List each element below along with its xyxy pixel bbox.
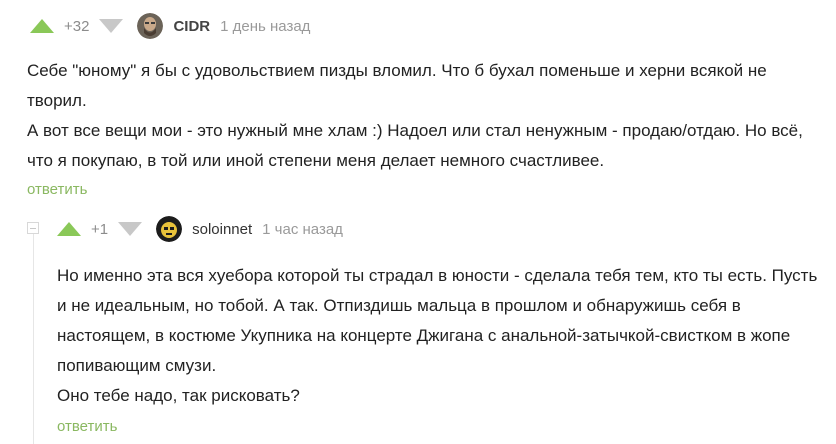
comment-rating: +32 [64, 17, 90, 35]
comment-body: Но именно эта вся хуебора которой ты стр… [0, 261, 827, 411]
reply-link[interactable]: ответить [27, 181, 87, 198]
comment-header: +1 soloinnet 1 час назад [0, 211, 836, 247]
comment-timestamp: 1 день назад [220, 17, 311, 35]
reply-link[interactable]: ответить [57, 418, 117, 435]
comment-paragraph: Но именно эта вся хуебора которой ты стр… [57, 266, 818, 375]
upvote-arrow-icon[interactable] [57, 222, 81, 236]
avatar[interactable] [156, 216, 183, 242]
comment-paragraph: А вот все вещи мои - это нужный мне хлам… [27, 121, 803, 170]
comment-timestamp: 1 час назад [262, 220, 343, 238]
downvote-arrow-icon[interactable] [99, 19, 124, 33]
author-name[interactable]: soloinnet [192, 221, 252, 238]
downvote-arrow-icon[interactable] [118, 222, 143, 236]
comment: +32 CIDR 1 день назад Себе "юному" я бы … [0, 0, 836, 199]
comment-paragraph: Оно тебе надо, так рисковать? [57, 386, 300, 405]
comment-reply: +1 soloinnet 1 час назад Но именно эта в… [0, 205, 836, 436]
comment-body: Себе "юному" я бы с удовольствием пизды … [0, 56, 817, 176]
comment-header: +32 CIDR 1 день назад [0, 8, 836, 44]
comment-rating: +1 [91, 220, 109, 238]
author-name[interactable]: CIDR [173, 18, 210, 35]
comment-paragraph: Себе "юному" я бы с удовольствием пизды … [27, 61, 767, 110]
avatar[interactable] [137, 13, 164, 39]
upvote-arrow-icon[interactable] [30, 19, 54, 33]
